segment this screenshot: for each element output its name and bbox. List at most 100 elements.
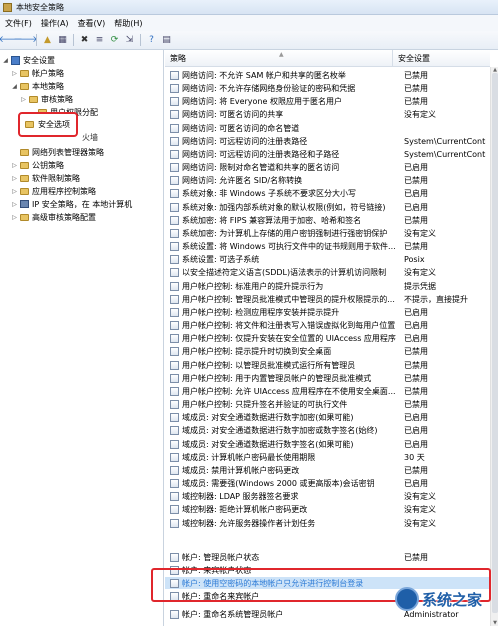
table-row[interactable]: 用户帐户控制: 用于内置管理员帐户的管理员批准模式 已禁用 [165, 372, 490, 384]
tree-item-security-settings[interactable]: ◢ 安全设置 [2, 54, 55, 66]
policy-setting: 已启用 [404, 412, 428, 422]
policy-setting: 已禁用 [404, 399, 428, 409]
menu-action[interactable]: 操作(A) [41, 18, 69, 29]
menu-view[interactable]: 查看(V) [78, 18, 106, 29]
tree-item-app-control[interactable]: ▷ 应用程序控制策略 [11, 185, 96, 197]
view-icon[interactable]: ▤ [160, 34, 173, 47]
scroll-down-icon[interactable]: ▼ [491, 620, 498, 626]
expand-toggle-icon[interactable]: ▷ [11, 201, 18, 208]
table-row[interactable]: 域成员: 计算机帐户密码最长使用期限 30 天 [165, 451, 490, 463]
table-row[interactable]: 用户帐户控制: 只提升签名并验证的可执行文件 已禁用 [165, 398, 490, 410]
table-row[interactable]: 域成员: 禁用计算机帐户密码更改 已禁用 [165, 464, 490, 476]
policy-icon [170, 465, 179, 475]
table-row[interactable]: 网络访问: 可匿名访问的命名管道 [165, 122, 490, 134]
tree-item-public-key[interactable]: ▷ 公钥策略 [11, 159, 64, 171]
expand-toggle-icon[interactable]: ▷ [20, 96, 27, 103]
expand-toggle-icon[interactable]: ▷ [11, 70, 18, 77]
tree-item-security-options[interactable]: 安全选项 [18, 112, 78, 137]
table-row[interactable]: 域成员: 对安全通道数据进行数字加密(如果可能) 已启用 [165, 411, 490, 423]
expand-toggle-icon[interactable]: ◢ [11, 83, 18, 90]
menu-file[interactable]: 文件(F) [5, 18, 32, 29]
table-row[interactable]: 系统加密: 将 FIPS 兼容算法用于加密、哈希和签名 已禁用 [165, 214, 490, 226]
policy-icon [170, 518, 179, 528]
table-row[interactable]: 用户帐户控制: 管理员批准模式中管理员的提升权限提示的... 不提示，直接提升 [165, 293, 490, 305]
policy-setting: 没有定义 [404, 228, 436, 238]
policy-setting: 已启用 [404, 320, 428, 330]
tree-item-local-policies[interactable]: ◢ 本地策略 [11, 80, 64, 92]
policy-setting: 已禁用 [404, 215, 428, 225]
table-row[interactable]: 网络访问: 不允许存储网络身份验证的密码和凭据 已禁用 [165, 82, 490, 94]
table-row[interactable]: 网络访问: 允许匿名 SID/名称转换 已禁用 [165, 174, 490, 186]
table-row[interactable]: 域成员: 对安全通道数据进行数字签名(如果可能) 已启用 [165, 438, 490, 450]
monitor-icon [11, 55, 20, 65]
table-row[interactable]: 域控制器: 拒绝计算机帐户密码更改 没有定义 [165, 503, 490, 515]
properties-icon[interactable]: ≡ [93, 34, 106, 47]
policy-icon [170, 215, 179, 225]
table-row[interactable]: 系统对象: 加强内部系统对象的默认权限(例如，符号链接) 已启用 [165, 201, 490, 213]
table-row[interactable]: 用户帐户控制: 检测应用程序安装并提示提升 已启用 [165, 306, 490, 318]
table-row[interactable]: 以安全描述符定义语言(SDDL)语法表示的计算机访问限制 没有定义 [165, 266, 490, 278]
table-row[interactable]: 网络访问: 将 Everyone 权限应用于匿名用户 已禁用 [165, 95, 490, 107]
menu-help[interactable]: 帮助(H) [114, 18, 142, 29]
table-row[interactable]: 网络访问: 限制对命名管道和共享的匿名访问 已启用 [165, 161, 490, 173]
table-row[interactable]: 系统对象: 非 Windows 子系统不要求区分大小写 已启用 [165, 187, 490, 199]
refresh-icon[interactable]: ⟳ [108, 34, 121, 47]
vertical-scrollbar[interactable]: ▲ ▼ [490, 67, 498, 626]
tree-item-account-policies[interactable]: ▷ 帐户策略 [11, 67, 64, 79]
policy-setting: 已禁用 [404, 386, 428, 396]
table-row[interactable]: 用户帐户控制: 允许 UIAccess 应用程序在不使用安全桌面... 已禁用 [165, 385, 490, 397]
tree-item-advanced-audit[interactable]: ▷ 高级审核策略配置 [11, 211, 96, 223]
policy-icon [170, 149, 179, 159]
column-header-setting[interactable]: 安全设置 [393, 50, 490, 67]
export-list-icon[interactable]: ⇲ [123, 34, 136, 47]
policy-name: 帐户: 使用空密码的本地帐户只允许进行控制台登录 [182, 578, 364, 588]
table-row[interactable]: 用户帐户控制: 将文件和注册表写入错误虚拟化到每用户位置 已启用 [165, 319, 490, 331]
policy-name: 网络访问: 可远程访问的注册表路径 [182, 136, 308, 146]
policy-icon [170, 578, 179, 588]
policy-icon [170, 162, 179, 172]
table-row[interactable]: 系统设置: 将 Windows 可执行文件中的证书规则用于软件... 已禁用 [165, 240, 490, 252]
table-row[interactable]: 域成员: 对安全通道数据进行数字加密或数字签名(始终) 已启用 [165, 424, 490, 436]
policy-icon [170, 373, 179, 383]
delete-icon[interactable]: ✖ [78, 34, 91, 47]
tree-item-audit-policy[interactable]: ▷ 审核策略 [20, 93, 73, 105]
up-folder-icon[interactable]: ▲ [41, 34, 54, 47]
policy-name: 帐户: 重命名系统管理员帐户 [182, 609, 284, 619]
forward-arrow-icon[interactable]: 🡒 [13, 34, 37, 47]
table-row[interactable]: 网络访问: 可匿名访问的共享 没有定义 [165, 108, 490, 120]
tree-item-ip-security[interactable]: ▷ IP 安全策略，在 本地计算机 [11, 198, 132, 210]
table-row[interactable]: 网络访问: 可远程访问的注册表路径和子路径 System\CurrentContr… [165, 148, 490, 160]
policy-setting: System\CurrentContro... [404, 149, 486, 159]
table-row[interactable]: 用户帐户控制: 仅提升安装在安全位置的 UIAccess 应用程序 已启用 [165, 332, 490, 344]
table-row[interactable]: 帐户: 来宾帐户状态 [165, 564, 490, 576]
policy-icon [170, 478, 179, 488]
tree-item-software-restriction[interactable]: ▷ 软件限制策略 [11, 172, 80, 184]
help-icon[interactable]: ? [145, 34, 158, 47]
table-row[interactable]: 域成员: 需要强(Windows 2000 或更高版本)会话密钥 已启用 [165, 477, 490, 489]
table-row[interactable]: 系统加密: 为计算机上存储的用户密钥强制进行强密钥保护 没有定义 [165, 227, 490, 239]
table-row[interactable]: 网络访问: 可远程访问的注册表路径 System\CurrentContro... [165, 135, 490, 147]
expand-toggle-icon[interactable]: ▷ [11, 188, 18, 195]
table-row[interactable]: 用户帐户控制: 标准用户的提升提示行为 提示凭据 [165, 280, 490, 292]
table-row[interactable]: 帐户: 管理员帐户状态 已禁用 [165, 551, 490, 563]
policy-setting: 没有定义 [404, 504, 436, 514]
policy-icon [170, 609, 179, 619]
expand-toggle-icon[interactable]: ▷ [11, 214, 18, 221]
table-row[interactable]: 域控制器: LDAP 服务器签名要求 没有定义 [165, 490, 490, 502]
table-row[interactable]: 域控制器: 允许服务器操作者计划任务 没有定义 [165, 517, 490, 529]
expand-toggle-icon[interactable]: ▷ [11, 162, 18, 169]
tree-item-network-list[interactable]: 网络列表管理器策略 [11, 146, 104, 158]
table-row[interactable]: 系统设置: 可选子系统 Posix [165, 253, 490, 265]
show-hide-tree-icon[interactable]: ▦ [56, 34, 69, 47]
column-header-policy[interactable]: 策略 ▲ [165, 50, 393, 67]
policy-icon [170, 320, 179, 330]
scrollbar-thumb[interactable] [492, 73, 498, 613]
tree-item-label: 公钥策略 [32, 160, 64, 170]
table-row[interactable]: 网络访问: 不允许 SAM 帐户和共享的匿名枚举 已禁用 [165, 69, 490, 81]
folder-icon [25, 121, 34, 128]
policy-icon [170, 452, 179, 462]
expand-toggle-icon[interactable]: ◢ [2, 57, 9, 64]
expand-toggle-icon[interactable]: ▷ [11, 175, 18, 182]
table-row[interactable]: 用户帐户控制: 以管理员批准模式运行所有管理员 已禁用 [165, 359, 490, 371]
table-row[interactable]: 用户帐户控制: 提示提升时切换到安全桌面 已禁用 [165, 345, 490, 357]
